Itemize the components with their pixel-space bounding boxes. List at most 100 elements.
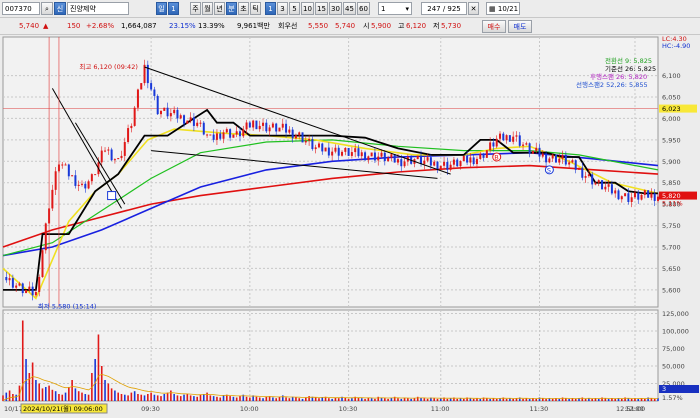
chart-canvas[interactable]: 6,1006,0506,0005,9505,9005,8505,8005,750… (0, 35, 700, 418)
volume-bar (21, 320, 24, 401)
candle-body (41, 250, 44, 277)
candle-body (294, 135, 297, 139)
price-tick-label: 5,600 (662, 286, 681, 294)
interval-60-button[interactable]: 60 (357, 2, 370, 15)
time-tick-label: 12:51:00 (616, 405, 645, 413)
volume-bar (377, 396, 380, 401)
volume-bar (239, 396, 241, 401)
candle-body (222, 132, 225, 139)
candle-body (508, 135, 511, 142)
price-tick-label: 5,700 (662, 244, 681, 252)
interval-dropdown[interactable]: 1 ▾ (378, 2, 412, 15)
candle-body (308, 139, 311, 141)
candle-body (396, 159, 399, 163)
interval-1-button[interactable]: 1 (265, 2, 276, 15)
candle-body (535, 147, 538, 151)
candle-body (578, 167, 581, 170)
volume-bar (505, 398, 508, 401)
candle-body (215, 133, 218, 140)
period-month-button[interactable]: 월 (202, 2, 213, 15)
volume-bar (107, 383, 110, 401)
volume-bar (360, 398, 363, 401)
candle-body (426, 157, 429, 161)
candle-body (291, 129, 294, 139)
candle-body (28, 286, 31, 290)
buy-button[interactable]: 매수 (482, 20, 506, 33)
candle-body (594, 182, 597, 185)
volume-bar (183, 394, 185, 401)
volume-tick-label: 75,000 (662, 345, 685, 353)
candle-body (429, 157, 432, 166)
volume-bar (446, 398, 449, 401)
stock-name-field[interactable]: 진양제약 (67, 2, 129, 15)
candle-body (650, 193, 653, 198)
candle-body (304, 140, 307, 143)
candle-body (637, 192, 640, 200)
candle-body (400, 159, 403, 167)
up-triangle-icon: ▲ (43, 22, 49, 30)
period-year-button[interactable]: 년 (214, 2, 225, 15)
interval-5-button[interactable]: 5 (289, 2, 300, 15)
volume-bar (630, 398, 633, 401)
period-count-button[interactable]: 1 (168, 2, 179, 15)
volume-bar (637, 398, 640, 401)
candle-body (169, 113, 172, 117)
volume-bar (186, 394, 189, 401)
candle-body (433, 161, 436, 166)
candle-body (120, 155, 123, 159)
volume-bar (620, 398, 623, 401)
volume-bar (413, 398, 416, 401)
period-tick-button[interactable]: 틱 (250, 2, 261, 15)
candle-body (525, 143, 528, 145)
interval-3-button[interactable]: 3 (277, 2, 288, 15)
market-badge: 신 (54, 2, 66, 15)
volume-bar (374, 398, 376, 401)
candle-body (71, 175, 74, 177)
volume-bar (137, 394, 139, 401)
candle-body (67, 164, 70, 177)
volume-bar (301, 398, 304, 401)
period-second-button[interactable]: 초 (238, 2, 249, 15)
candle-body (278, 127, 281, 132)
period-day-button[interactable]: 일 (156, 2, 167, 15)
candle-body (245, 122, 248, 130)
candle-body (331, 151, 334, 156)
volume-bar (51, 389, 54, 401)
time-tick-label: 09:30 (141, 405, 160, 413)
volume-bar (133, 391, 136, 401)
volume-value: 1,664,087 (121, 22, 157, 30)
candle-body (574, 160, 577, 170)
candle-body (133, 107, 136, 126)
price-change: 150 (67, 22, 81, 30)
candle-body (452, 159, 455, 165)
period-week-button[interactable]: 주 (190, 2, 201, 15)
interval-10-button[interactable]: 10 (301, 2, 314, 15)
volume-bar (114, 390, 116, 401)
interval-15-button[interactable]: 15 (315, 2, 328, 15)
volume-bar (8, 390, 11, 401)
candle-body (505, 135, 508, 141)
candle-body (136, 89, 139, 108)
candle-body (100, 150, 103, 163)
close-icon[interactable]: ✕ (468, 2, 479, 15)
candle-body (469, 157, 472, 163)
candle-body (324, 147, 327, 152)
interval-30-button[interactable]: 30 (329, 2, 342, 15)
volume-bar (291, 396, 294, 401)
candle-body (314, 147, 317, 150)
volume-bar (222, 395, 225, 401)
period-minute-button[interactable]: 분 (226, 2, 237, 15)
search-icon[interactable]: ⌕ (41, 2, 53, 15)
price-tick-label: 5,750 (662, 222, 681, 230)
candle-body (604, 186, 607, 190)
date-input[interactable]: ▦ 10/21 (486, 2, 520, 15)
candle-body (186, 120, 189, 124)
volume-bar (206, 392, 208, 401)
price-chart[interactable]: 6,100 6,050 6,000 5,950 5,900 5,850 5,800 5,750… (0, 35, 700, 418)
sell-button[interactable]: 매도 (508, 20, 532, 33)
interval-45-button[interactable]: 45 (343, 2, 356, 15)
volume-bar (97, 334, 100, 401)
stock-code-input[interactable]: 007370 (2, 2, 40, 15)
volume-bar (110, 388, 113, 401)
candle-body (327, 147, 330, 156)
